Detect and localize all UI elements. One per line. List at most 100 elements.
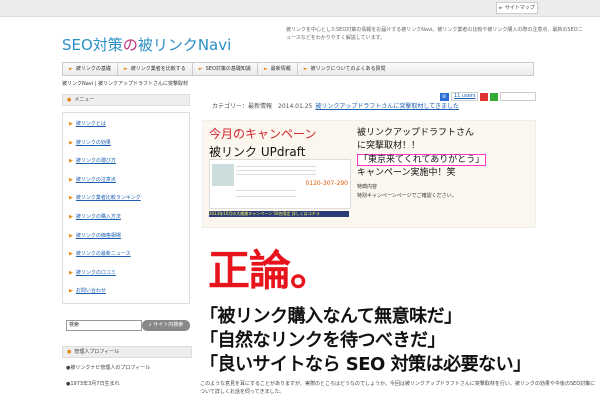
banner-left: 今月のキャンペーン 被リンク UPdraft — [209, 125, 349, 160]
profile-heading: ● 管理人プロフィール — [62, 346, 192, 358]
article-headline: 正論。 — [208, 246, 332, 295]
flyer-line — [236, 166, 316, 167]
article-quote: 「良いサイトなら SEO 対策は必要ない」 — [200, 354, 531, 375]
banner-right: 被リンクアップドラフトさん に突撃取材！！ 「東京来てくれてありがとう」 キャン… — [357, 127, 533, 199]
sitemap-button[interactable]: ► サイトマップ — [496, 2, 538, 14]
bullet-icon: ● — [67, 97, 72, 103]
social-buttons: B! 11 users — [440, 92, 537, 101]
nav-label: SEO対策の基礎知識 — [205, 66, 251, 72]
sidebar-menu-heading: ● メニュー — [62, 94, 190, 106]
triangle-icon: ▶ — [69, 158, 73, 165]
bullet-icon: ► — [69, 66, 73, 72]
triangle-icon: ▶ — [69, 232, 73, 239]
nav-label: 被リンクについてのよくある質問 — [310, 66, 386, 72]
triangle-icon: ▶ — [69, 139, 73, 146]
article-quote: 「自然なリンクを待つべきだ」 — [200, 330, 446, 351]
hatena-bookmark-button[interactable]: B! — [440, 92, 449, 101]
share-counter-box[interactable] — [500, 92, 537, 101]
sidebar-link[interactable]: ▶ 被リンクとは — [63, 115, 189, 134]
nav-item-basics[interactable]: ► 被リンクの基礎 — [63, 63, 118, 75]
post-title-link[interactable]: 被リンクアップドラフトさんに突撃取材してきました — [315, 103, 459, 110]
search-button-label: サイト内検索 — [153, 322, 184, 328]
triangle-icon: ▶ — [69, 195, 73, 202]
banner-headline-4: キャンペーン実施中！笑 — [357, 168, 456, 178]
triangle-icon: ▶ — [69, 288, 73, 295]
sidebar-link[interactable]: ▶ 被リンクの最新ニュース — [63, 245, 189, 264]
bullet-icon: ► — [198, 66, 203, 72]
nav-item-compare[interactable]: ► 被リンク業者を比較する — [118, 63, 193, 75]
bullet-icon: ● — [67, 349, 72, 355]
campaign-title: 今月のキャンペーン — [209, 127, 317, 141]
logo-part-1: SEO対策 — [62, 36, 123, 54]
site-description: 被リンクを中心としたSEO対策の情報をお届けする被リンクNavi。被リンク業者の… — [286, 27, 583, 41]
sidebar-link[interactable]: ▶ 被リンクの選び方 — [63, 152, 189, 171]
flyer-line — [236, 190, 296, 191]
sidebar-menu: ▶ 被リンクとは ▶ 被リンクの効果 ▶ 被リンクの選び方 ▶ 被リンクの注意点 ▶ 被リ… — [62, 112, 190, 304]
sidebar-link[interactable]: ▶ お問い合わせ — [63, 282, 189, 301]
flyer-line — [236, 174, 316, 175]
article-quote: 「被リンク購入なんて無意味だ」 — [200, 306, 462, 327]
brand-name: 被リンク UPdraft — [209, 145, 306, 159]
triangle-icon: ▶ — [69, 121, 73, 127]
phone-number: 0120-307-290 — [305, 180, 348, 187]
share-green-icon[interactable] — [490, 92, 499, 101]
search-icon: ⌕ — [148, 322, 152, 328]
banner-quote: 「東京来てくれてありがとう」 — [357, 154, 487, 166]
banner-benefit-label: 特典内容 — [357, 184, 378, 190]
share-red-icon[interactable] — [480, 92, 489, 101]
nav-label: 被リンク業者を比較する — [130, 66, 186, 72]
sidebar-link[interactable]: ▶ 被リンクの口コミ — [63, 264, 189, 283]
flyer-photo — [212, 164, 234, 186]
banner-headline-2: に突撃取材！！ — [357, 141, 421, 151]
link-label: お問い合わせ — [75, 288, 106, 295]
article-body: このような意見を耳にすることがありますが、実際のところはどうなのでしょうか。今回… — [200, 381, 596, 395]
logo-part-3: 被リンクNavi — [137, 36, 232, 54]
link-label: 被リンクの購入方法 — [75, 213, 121, 220]
sidebar-link[interactable]: ▶ 被リンクの購入方法 — [63, 208, 189, 227]
nav-item-seo[interactable]: ► SEO対策の基礎知識 — [193, 63, 258, 75]
sidebar: ● メニュー ▶ 被リンクとは ▶ 被リンクの効果 ▶ 被リンクの選び方 ▶ 被リンクの注… — [62, 94, 190, 304]
sitemap-label: サイトマップ — [504, 5, 535, 11]
menu-title: メニュー — [74, 97, 95, 103]
triangle-icon: ▶ — [69, 176, 73, 183]
campaign-banner[interactable]: 今月のキャンペーン 被リンク UPdraft 0120-307-290 2013… — [202, 120, 536, 228]
banner-strip: 2013年10月の大感謝キャンペーン 50名限定 詳しくはコチラ — [209, 211, 349, 217]
profile-line: ●1973年3月7日生まれ — [66, 381, 120, 387]
logo-part-2: の — [122, 36, 138, 54]
search-input[interactable]: 検索 — [66, 320, 142, 331]
search-button[interactable]: ⌕ サイト内検索 — [142, 320, 190, 331]
bullet-icon: ► — [263, 66, 268, 72]
banner-flyer: 0120-307-290 — [209, 159, 351, 209]
bullet-icon: ► — [303, 66, 308, 72]
profile-title: 管理人プロフィール — [74, 349, 120, 355]
banner-headline-1: 被リンクアップドラフトさん — [357, 128, 475, 138]
site-logo[interactable]: SEO対策の被リンクNavi — [62, 34, 231, 55]
hatena-user-count[interactable]: 11 users — [451, 92, 479, 101]
breadcrumb: 被リンクNavi | 被リンクアップドラフトさんに突撃取材 — [62, 81, 189, 87]
link-label: 被リンク業者比較ランキング — [75, 195, 141, 202]
triangle-icon: ▶ — [69, 251, 73, 258]
flyer-line — [236, 196, 296, 197]
top-bar: ► サイトマップ — [0, 0, 600, 17]
arrow-icon: ► — [499, 5, 503, 11]
sidebar-link[interactable]: ▶ 被リンクの注意点 — [63, 171, 189, 190]
nav-item-news[interactable]: ► 最新情報 — [258, 63, 298, 75]
link-label: 被リンクとは — [75, 121, 106, 127]
nav-label: 被リンクの基礎 — [75, 66, 111, 72]
link-label: 被リンクの口コミ — [75, 269, 116, 276]
link-label: 被リンクの注意点 — [75, 176, 116, 183]
triangle-icon: ▶ — [69, 213, 73, 220]
bullet-icon: ► — [123, 66, 128, 72]
link-label: 被リンクの最新ニュース — [75, 251, 131, 258]
sidebar-link[interactable]: ▶ 被リンクの効果 — [63, 134, 189, 153]
post-meta: カテゴリー：最新情報 2014.01.25 被リンクアップドラフトさんに突撃取材し… — [212, 101, 459, 110]
nav-label: 最新情報 — [270, 66, 291, 72]
link-label: 被リンクの価格相場 — [75, 232, 121, 239]
flyer-line — [236, 170, 316, 171]
banner-benefit-text: 特別キャンペーンページでご確認ください。 — [357, 193, 457, 199]
sidebar-link[interactable]: ▶ 被リンク業者比較ランキング — [63, 189, 189, 208]
profile-line: ●被リンクナビ管理人のプロフィール — [66, 365, 151, 371]
nav-item-faq[interactable]: ► 被リンクについてのよくある質問 — [298, 63, 392, 75]
triangle-icon: ▶ — [69, 269, 73, 276]
sidebar-link[interactable]: ▶ 被リンクの価格相場 — [63, 227, 189, 246]
